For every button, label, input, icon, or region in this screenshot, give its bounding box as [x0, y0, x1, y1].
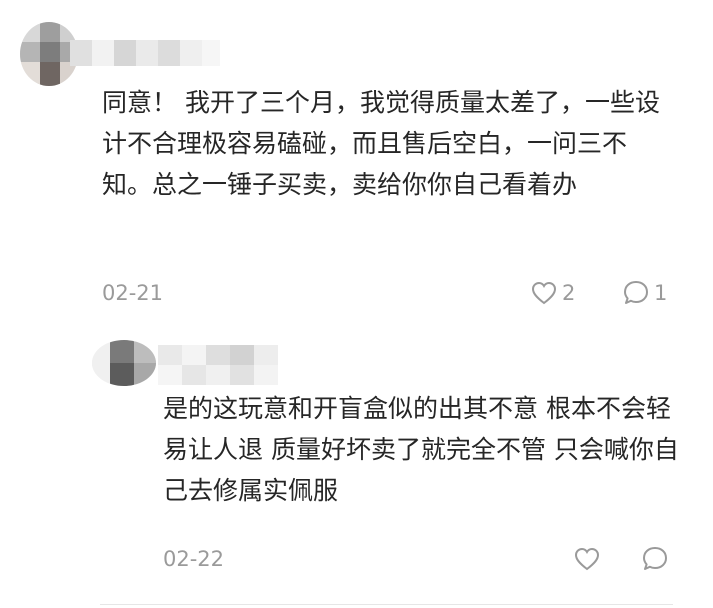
comment-text: 同意！ 我开了三个月，我觉得质量太差了，一些设计不合理极容易磕碰，而且售后空白，… [102, 88, 660, 199]
reply-date: 02-22 [163, 547, 225, 571]
speech-bubble-icon [643, 547, 667, 570]
like-button[interactable]: 2 [530, 278, 575, 308]
heart-outline-icon [531, 281, 557, 305]
reply-count: 1 [654, 281, 668, 305]
divider [100, 604, 673, 605]
speech-bubble-icon [624, 281, 648, 304]
like-count: 2 [562, 281, 576, 305]
heart-outline-icon [574, 547, 600, 571]
reply-button[interactable]: 1 [622, 278, 667, 308]
reply-like-button[interactable] [573, 544, 601, 574]
comment-meta: 02-21 2 1 [102, 278, 668, 308]
username-blurred[interactable] [70, 40, 220, 66]
comment-thread: 同意！ 我开了三个月，我觉得质量太差了，一些设计不合理极容易磕碰，而且售后空白，… [0, 0, 713, 608]
reply-avatar[interactable] [92, 340, 156, 386]
reply-username-blurred[interactable] [150, 345, 280, 385]
reply-comment-button[interactable] [641, 544, 669, 574]
comment-date: 02-21 [102, 281, 164, 305]
reply-meta: 02-22 [163, 544, 669, 574]
reply-text: 是的这玩意和开盲盒似的出其不意 根本不会轻易让人退 质量好坏卖了就完全不管 只会… [163, 394, 679, 505]
